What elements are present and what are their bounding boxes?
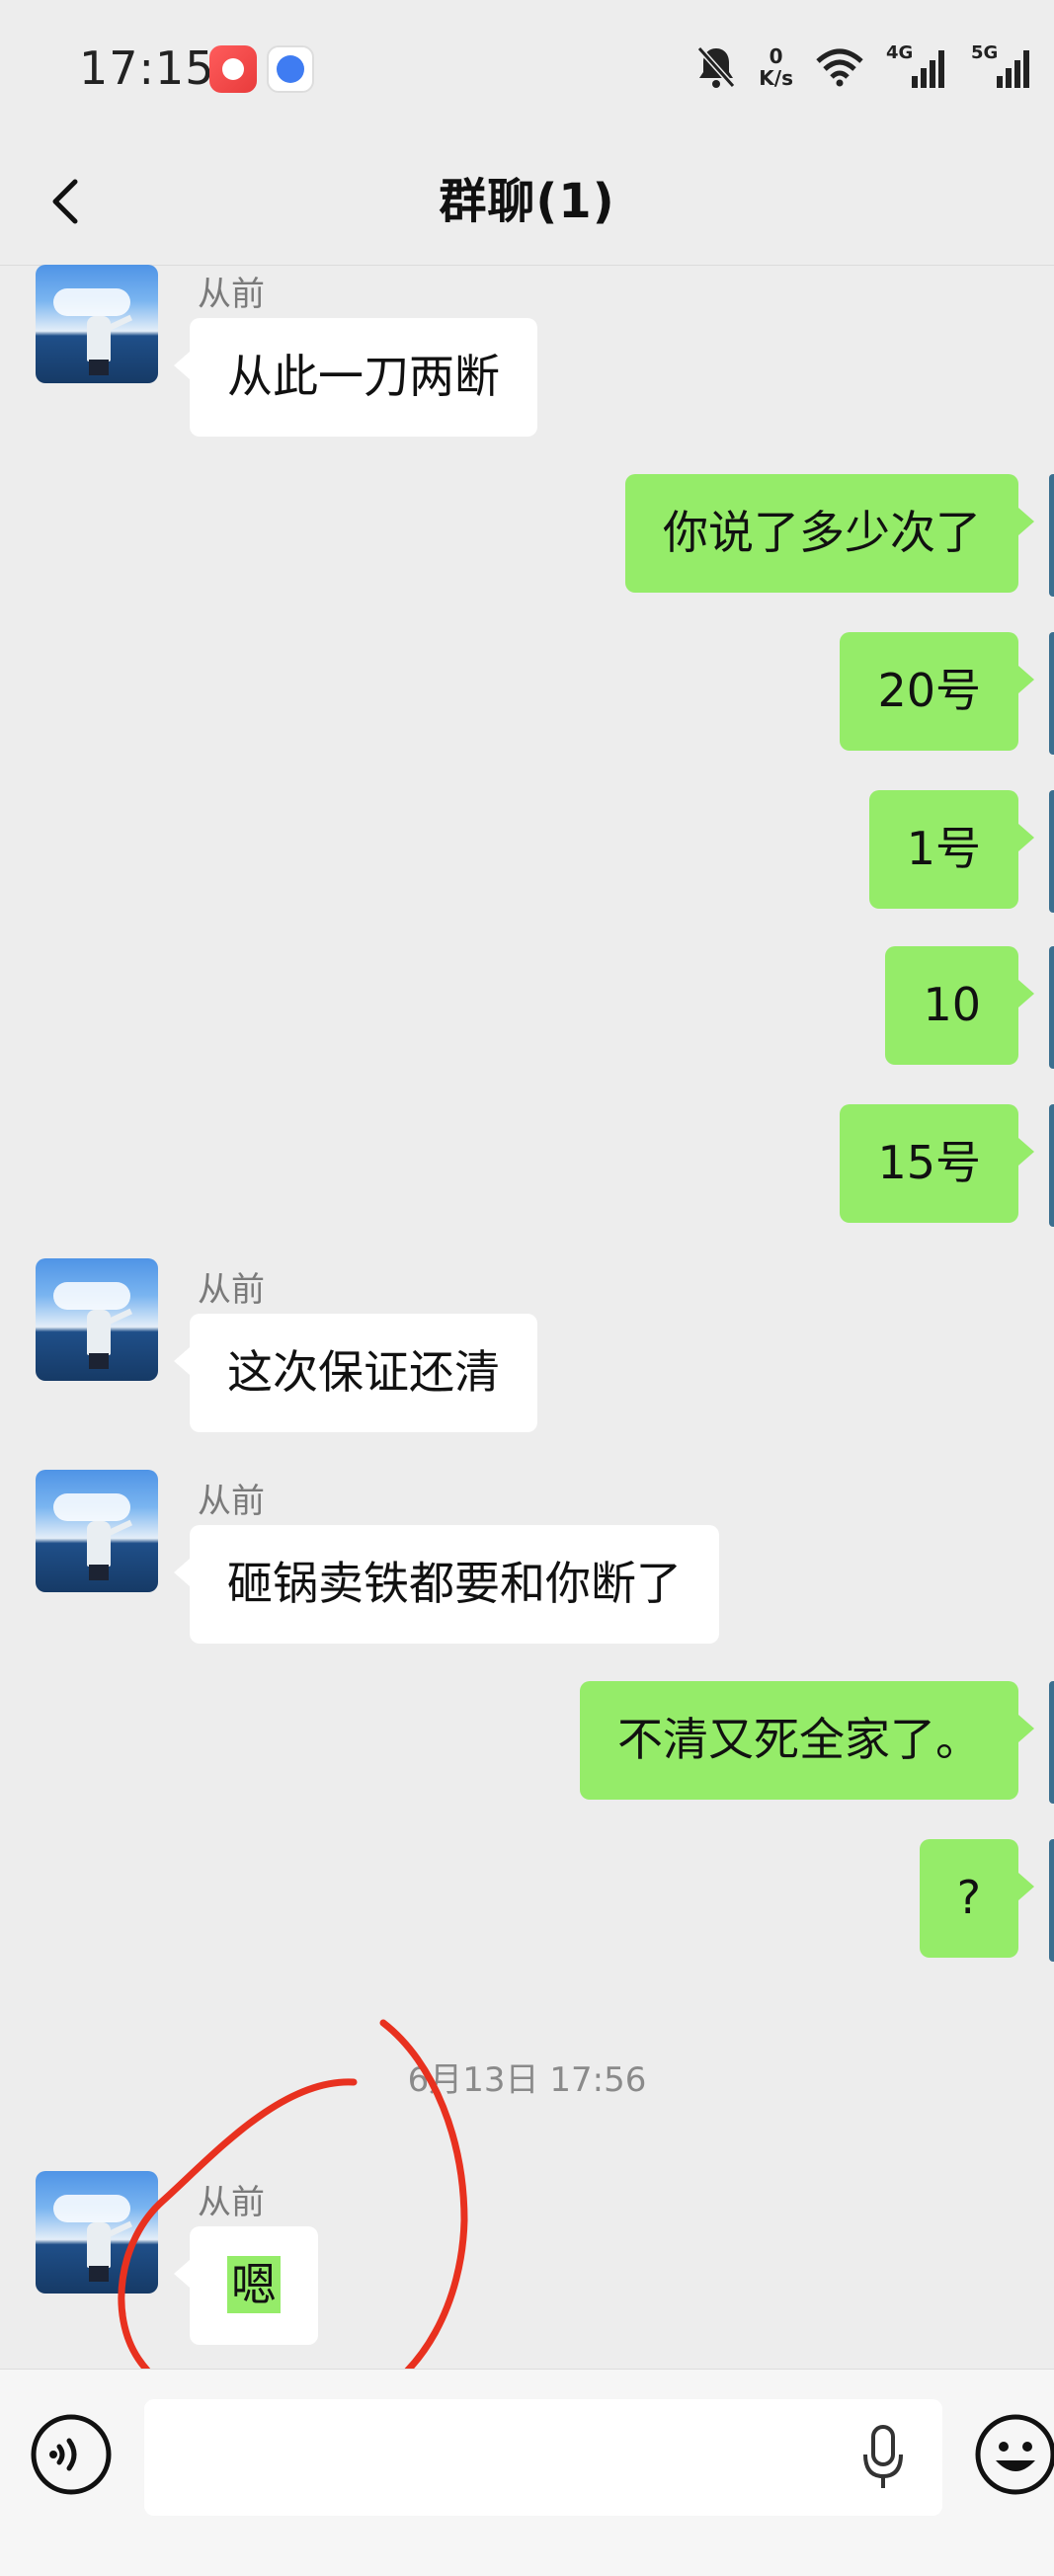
self-avatar[interactable] — [1049, 1681, 1054, 1804]
sender-name: 从前 — [198, 1270, 265, 1310]
wifi-icon — [816, 48, 863, 87]
sender-name: 从前 — [198, 2183, 265, 2222]
signal-bars-icon — [997, 50, 1029, 88]
message-bubble[interactable]: 10 — [885, 946, 1034, 1065]
self-avatar[interactable] — [1049, 474, 1054, 597]
message-bubble[interactable]: 从此一刀两断 — [174, 318, 537, 437]
sender-avatar[interactable] — [36, 2171, 158, 2294]
browser-notification-icon — [267, 45, 314, 93]
signal-5g: 5G — [971, 42, 1034, 92]
self-avatar[interactable] — [1049, 1104, 1054, 1227]
status-time: 17:15 — [79, 41, 215, 95]
message-bubble[interactable]: ? — [919, 1839, 1035, 1958]
message-bubble-highlighted[interactable]: 嗯 — [174, 2226, 318, 2345]
message-bubble[interactable]: 砸锅卖铁都要和你断了 — [174, 1525, 719, 1644]
net-speed-unit: K/s — [759, 66, 793, 90]
message-bubble[interactable]: 不清又死全家了。 — [580, 1681, 1034, 1800]
sender-avatar[interactable] — [36, 1470, 158, 1592]
emoji-icon[interactable] — [974, 2413, 1054, 2496]
sender-avatar[interactable] — [36, 265, 158, 383]
message-bubble[interactable]: 15号 — [840, 1104, 1034, 1223]
signal-bars-icon — [912, 50, 944, 88]
chat-title: 群聊(1) — [439, 174, 615, 229]
net-speed: 0 K/s — [759, 45, 793, 89]
message-bubble[interactable]: 20号 — [840, 632, 1034, 751]
self-avatar[interactable] — [1049, 1839, 1054, 1962]
status-indicators: 0 K/s 4G 5G — [695, 40, 1034, 95]
message-bubble[interactable]: 1号 — [868, 790, 1035, 909]
mute-bell-icon — [697, 45, 736, 89]
signal-4g: 4G — [886, 42, 949, 92]
self-avatar[interactable] — [1049, 790, 1054, 913]
sender-name: 从前 — [198, 275, 265, 314]
self-avatar[interactable] — [1049, 946, 1054, 1069]
microphone-icon[interactable] — [855, 2423, 911, 2492]
input-bar — [0, 2369, 1054, 2576]
sender-avatar[interactable] — [36, 1258, 158, 1381]
message-bubble[interactable]: 你说了多少次了 — [625, 474, 1034, 593]
selected-text[interactable]: 嗯 — [227, 2256, 281, 2313]
sender-name: 从前 — [198, 1482, 265, 1521]
message-timestamp: 6月13日 17:56 — [407, 2060, 647, 2100]
message-list[interactable]: 从前 从此一刀两断 你说了多少次了 20号 1号 10 15号 从前 这次保证还… — [0, 265, 1054, 2369]
voice-icon[interactable] — [30, 2413, 113, 2496]
app-notification-icon — [209, 45, 257, 93]
net-speed-value: 0 — [769, 44, 783, 68]
status-bar: 17:15 0 K/s 4G 5G — [0, 0, 1054, 138]
self-avatar[interactable] — [1049, 632, 1054, 755]
message-input[interactable] — [144, 2399, 942, 2516]
message-bubble[interactable]: 这次保证还清 — [174, 1314, 537, 1432]
chat-header: 群聊(1) — [0, 138, 1054, 266]
